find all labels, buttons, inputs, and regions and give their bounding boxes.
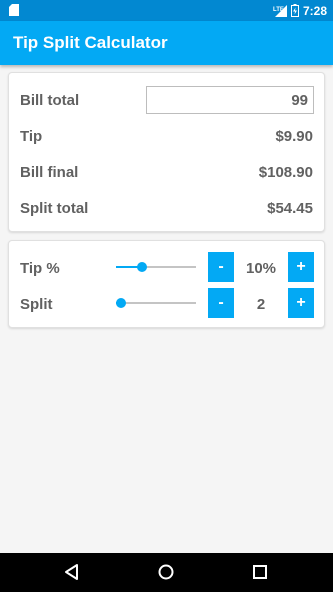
tip-label: Tip	[20, 128, 43, 145]
split-total-amount: $54.45	[267, 200, 313, 217]
home-icon[interactable]	[156, 562, 176, 582]
status-bar: LTE 7:28	[0, 0, 333, 21]
app-bar: Tip Split Calculator	[0, 21, 333, 65]
recents-icon[interactable]	[250, 562, 270, 582]
back-icon[interactable]	[62, 562, 82, 582]
slider-track	[116, 302, 196, 304]
tip-decrease-button[interactable]: -	[208, 252, 234, 282]
split-decrease-button[interactable]: -	[208, 288, 234, 318]
split-value: 2	[256, 296, 266, 313]
split-slider[interactable]	[115, 295, 196, 311]
clock: 7:28	[302, 3, 327, 18]
summary-card: Bill total Tip $9.90 Bill final $108.90 …	[8, 72, 325, 232]
bill-total-label: Bill total	[20, 92, 80, 109]
split-increase-button[interactable]: +	[288, 288, 314, 318]
tip-increase-button[interactable]: +	[288, 252, 314, 282]
bill-final-label: Bill final	[20, 164, 79, 181]
slider-thumb[interactable]	[137, 262, 148, 272]
battery-icon	[290, 4, 299, 17]
status-icons: LTE 7:28	[273, 0, 327, 21]
tip-percent-value: 10%	[245, 260, 277, 277]
bill-final-amount: $108.90	[258, 164, 313, 181]
sd-card-icon	[9, 4, 19, 16]
tip-percent-label: Tip %	[20, 260, 60, 277]
app-title: Tip Split Calculator	[13, 33, 168, 52]
bill-total-input[interactable]	[146, 86, 314, 114]
tip-percent-slider[interactable]	[116, 259, 196, 275]
tip-amount: $9.90	[275, 128, 313, 145]
signal-icon: LTE	[273, 4, 287, 17]
controls-card: Tip % - 10% + Split - 2 +	[8, 240, 325, 328]
navigation-bar	[0, 553, 333, 592]
split-label: Split	[20, 296, 53, 313]
split-total-label: Split total	[20, 200, 89, 217]
slider-thumb[interactable]	[115, 298, 126, 308]
